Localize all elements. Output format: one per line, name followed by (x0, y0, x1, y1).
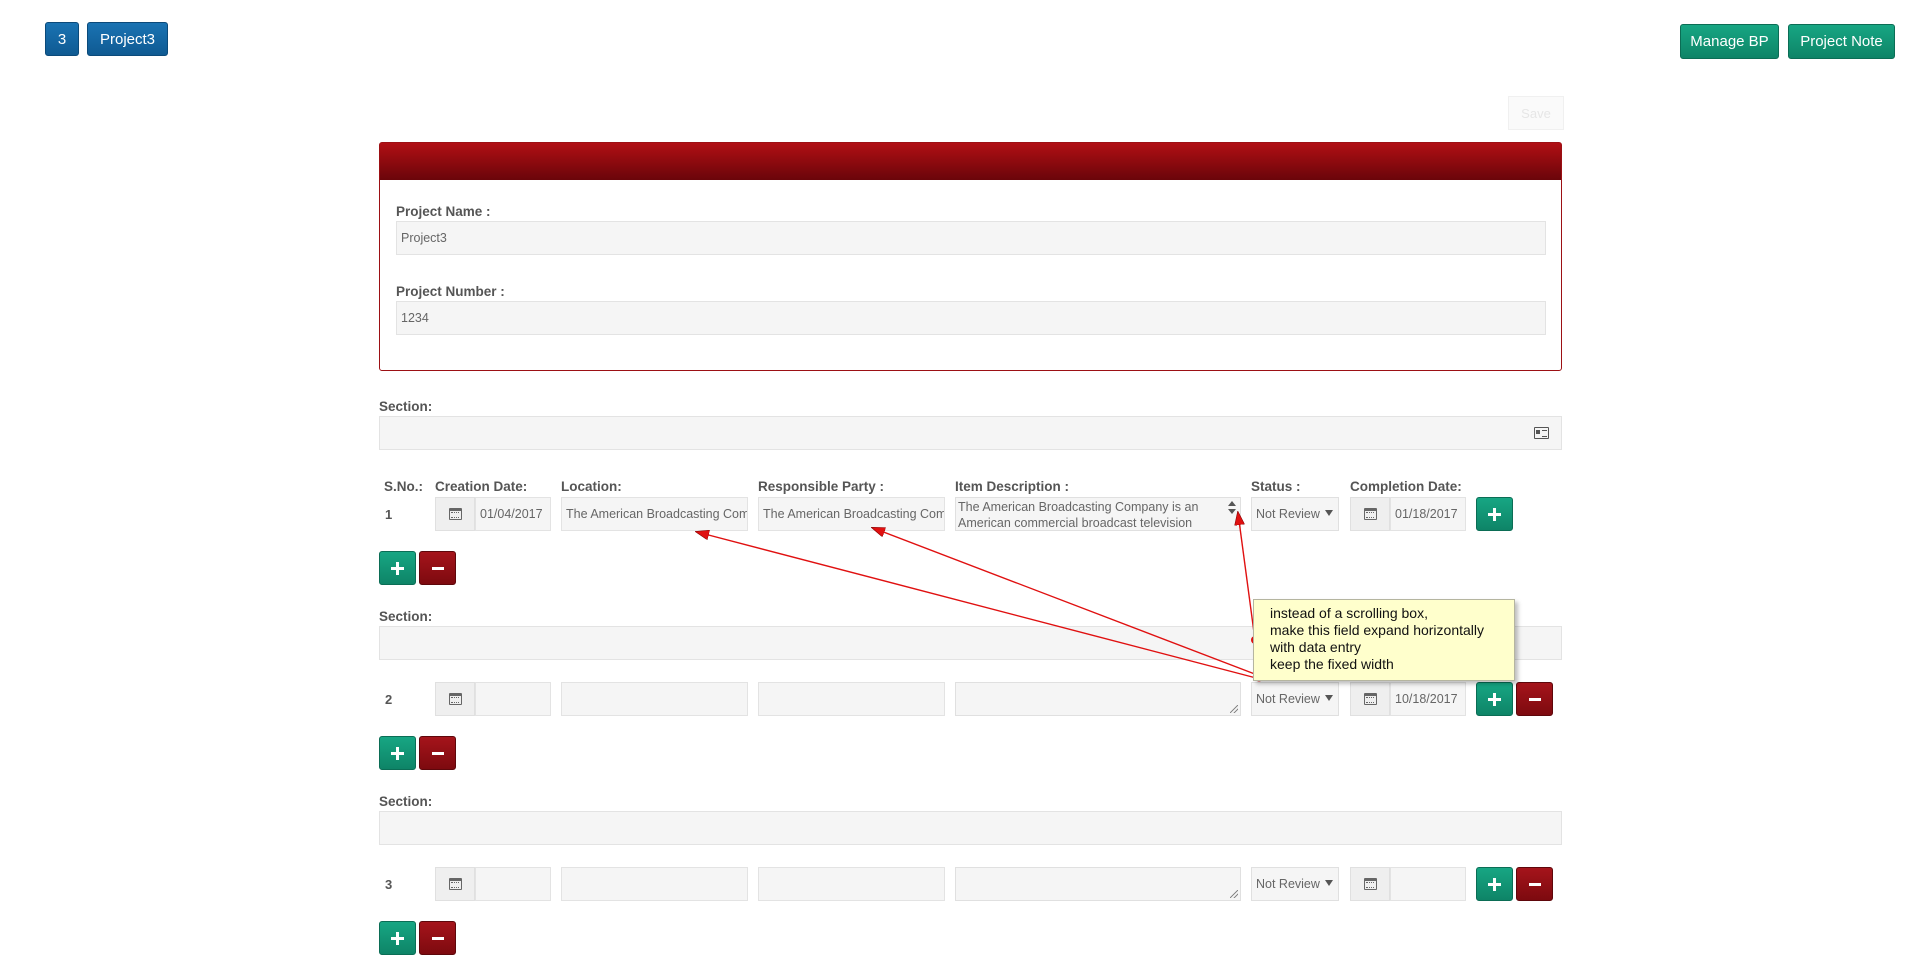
note-line: make this field expand horizontally (1270, 622, 1485, 638)
note-line: with data entry (1270, 639, 1362, 655)
arrow-to-responsible-party (873, 528, 1261, 677)
note-line: keep the fixed width (1270, 656, 1394, 672)
annotation-arrows (0, 0, 1264, 682)
arrow-to-location (697, 532, 1261, 680)
annotation-note: instead of a scrolling box, make this fi… (1253, 599, 1515, 681)
note-line: instead of a scrolling box, (1270, 605, 1428, 621)
